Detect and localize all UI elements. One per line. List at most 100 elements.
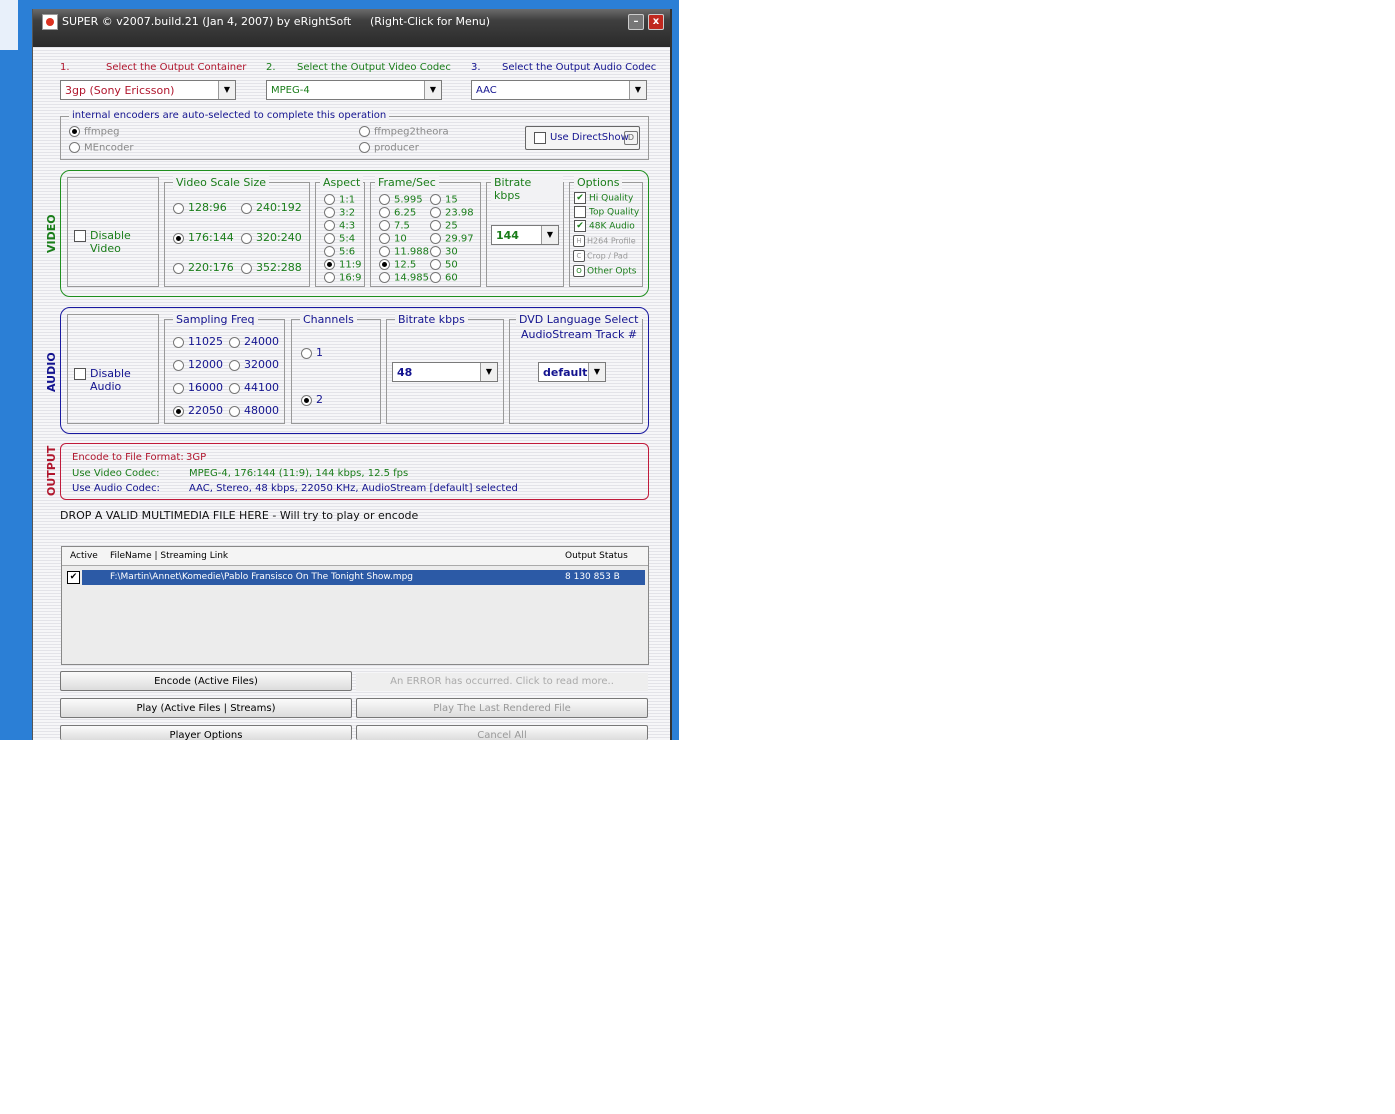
- minimize-button[interactable]: –: [628, 14, 644, 30]
- h264-profile-option[interactable]: H H264 Profile: [573, 235, 636, 247]
- crop-pad-option[interactable]: C Crop / Pad: [573, 250, 628, 262]
- title-bar[interactable]: SUPER © v2007.build.21 (Jan 4, 2007) by …: [33, 9, 670, 47]
- other-opts-option[interactable]: O Other Opts: [573, 265, 636, 277]
- play-last-rendered-button[interactable]: Play The Last Rendered File: [356, 698, 648, 718]
- scale-label: 128:96: [188, 201, 227, 214]
- table-row[interactable]: F:\Martin\Annet\Komedie\Pablo Fransisco …: [82, 570, 645, 585]
- play-button[interactable]: Play (Active Files | Streams): [60, 698, 352, 718]
- encode-button[interactable]: Encode (Active Files): [60, 671, 352, 691]
- radio-icon: [379, 246, 390, 257]
- freq-option[interactable]: 32000: [229, 358, 279, 371]
- fps-option[interactable]: 23.98: [430, 207, 474, 219]
- encoder-ffmpeg[interactable]: ffmpeg: [69, 126, 119, 138]
- fps-option[interactable]: 15: [430, 194, 458, 206]
- fps-option[interactable]: 6.25: [379, 207, 416, 219]
- audio-bitrate-title: Bitrate kbps: [395, 313, 468, 326]
- video-options-group: Options ✔ Hi Quality Top Quality ✔ 48K Aud…: [569, 176, 643, 287]
- audio-bitrate-select[interactable]: 48 ▼: [392, 362, 498, 382]
- aspect-option[interactable]: 16:9: [324, 272, 361, 284]
- radio-icon: [173, 336, 184, 348]
- audio-48k-option[interactable]: ✔ 48K Audio: [574, 220, 635, 232]
- fps-option[interactable]: 60: [430, 272, 458, 284]
- freq-option[interactable]: 22050: [173, 404, 223, 417]
- aspect-option[interactable]: 11:9: [324, 259, 361, 271]
- fps-option[interactable]: 29.97: [430, 233, 474, 245]
- aspect-option[interactable]: 4:3: [324, 220, 355, 232]
- encoder-producer[interactable]: producer: [359, 142, 419, 154]
- channel-option[interactable]: 1: [301, 346, 323, 359]
- directshow-toggle[interactable]: Use DirectShow D: [525, 126, 640, 150]
- encoder-ffmpeg2theora[interactable]: ffmpeg2theora: [359, 126, 449, 138]
- encoder-producer-label: producer: [374, 142, 419, 154]
- fps-option[interactable]: 30: [430, 246, 458, 258]
- scale-option[interactable]: 128:96: [173, 201, 227, 214]
- freq-option[interactable]: 12000: [173, 358, 223, 371]
- chevron-down-icon[interactable]: ▼: [541, 226, 558, 244]
- error-message-link[interactable]: An ERROR has occurred. Click to read mor…: [356, 673, 648, 691]
- encoder-mencoder[interactable]: MEncoder: [69, 142, 134, 154]
- fps-option[interactable]: 14.985: [379, 272, 429, 284]
- scale-option[interactable]: 320:240: [241, 231, 302, 244]
- freq-option[interactable]: 44100: [229, 381, 279, 394]
- video-section-label: VIDEO: [45, 214, 58, 253]
- fps-option[interactable]: 10: [379, 233, 407, 245]
- audio-codec-select[interactable]: AAC ▼: [471, 80, 647, 100]
- output-format-label: Encode to File Format:: [72, 452, 184, 463]
- file-list[interactable]: Active FileName | Streaming Link Output …: [61, 546, 649, 665]
- disable-audio-group: Disable Audio: [67, 314, 159, 424]
- chevron-down-icon[interactable]: ▼: [629, 81, 646, 99]
- aspect-group: Aspect 1:1 3:2 4:3 5:4 5:6 11:9 16:9: [315, 176, 365, 287]
- player-options-button[interactable]: Player Options: [60, 725, 352, 741]
- scale-option[interactable]: 176:144: [173, 231, 234, 244]
- drop-zone-text[interactable]: DROP A VALID MULTIMEDIA FILE HERE - Will…: [60, 509, 418, 522]
- aspect-option[interactable]: 3:2: [324, 207, 355, 219]
- fps-option[interactable]: 25: [430, 220, 458, 232]
- column-output-status[interactable]: Output Status: [565, 547, 628, 565]
- directshow-key[interactable]: D: [624, 131, 638, 145]
- checkbox-icon[interactable]: [74, 230, 86, 242]
- chevron-down-icon[interactable]: ▼: [218, 81, 235, 99]
- dvd-track-select[interactable]: default ▼: [538, 362, 606, 382]
- channel-option[interactable]: 2: [301, 393, 323, 406]
- fps-option[interactable]: 7.5: [379, 220, 410, 232]
- freq-option[interactable]: 16000: [173, 381, 223, 394]
- disable-video-label[interactable]: Disable Video: [90, 229, 158, 255]
- chevron-down-icon[interactable]: ▼: [588, 363, 605, 381]
- container-select[interactable]: 3gp (Sony Ericsson) ▼: [60, 80, 236, 100]
- freq-option[interactable]: 48000: [229, 404, 279, 417]
- column-active[interactable]: Active: [70, 547, 98, 565]
- checkbox-icon[interactable]: [74, 368, 86, 380]
- cancel-all-button[interactable]: Cancel All: [356, 725, 648, 741]
- step2-label: Select the Output Video Codec: [297, 62, 451, 73]
- scale-option[interactable]: 220:176: [173, 261, 234, 274]
- active-checkbox-checked-icon[interactable]: ✔: [67, 571, 80, 584]
- freq-option[interactable]: 24000: [229, 335, 279, 348]
- aspect-option[interactable]: 1:1: [324, 194, 355, 206]
- output-section-label: OUTPUT: [45, 445, 58, 496]
- aspect-option[interactable]: 5:4: [324, 233, 355, 245]
- fps-option[interactable]: 12.5: [379, 259, 416, 271]
- chevron-down-icon[interactable]: ▼: [480, 363, 497, 381]
- scale-option[interactable]: 240:192: [241, 201, 302, 214]
- chevron-down-icon[interactable]: ▼: [424, 81, 441, 99]
- close-button[interactable]: x: [648, 14, 664, 30]
- fps-option[interactable]: 50: [430, 259, 458, 271]
- video-bitrate-select[interactable]: 144 ▼: [491, 225, 559, 245]
- disable-audio-label[interactable]: Disable Audio: [90, 367, 158, 393]
- video-codec-select[interactable]: MPEG-4 ▼: [266, 80, 442, 100]
- fps-option[interactable]: 11.988: [379, 246, 429, 258]
- app-icon[interactable]: [42, 14, 58, 30]
- freq-option[interactable]: 11025: [173, 335, 223, 348]
- h264-key: H: [573, 235, 585, 247]
- fps-label: 23.98: [445, 207, 474, 219]
- hi-quality-option[interactable]: ✔ Hi Quality: [574, 192, 633, 204]
- scale-option[interactable]: 352:288: [241, 261, 302, 274]
- super-window: SUPER © v2007.build.21 (Jan 4, 2007) by …: [32, 9, 672, 741]
- checkbox-icon: [574, 206, 586, 218]
- fps-label: 15: [445, 194, 458, 206]
- fps-option[interactable]: 5.995: [379, 194, 423, 206]
- column-filename[interactable]: FileName | Streaming Link: [110, 547, 228, 565]
- checkbox-icon[interactable]: [534, 132, 546, 144]
- top-quality-option[interactable]: Top Quality: [574, 206, 639, 218]
- aspect-option[interactable]: 5:6: [324, 246, 355, 258]
